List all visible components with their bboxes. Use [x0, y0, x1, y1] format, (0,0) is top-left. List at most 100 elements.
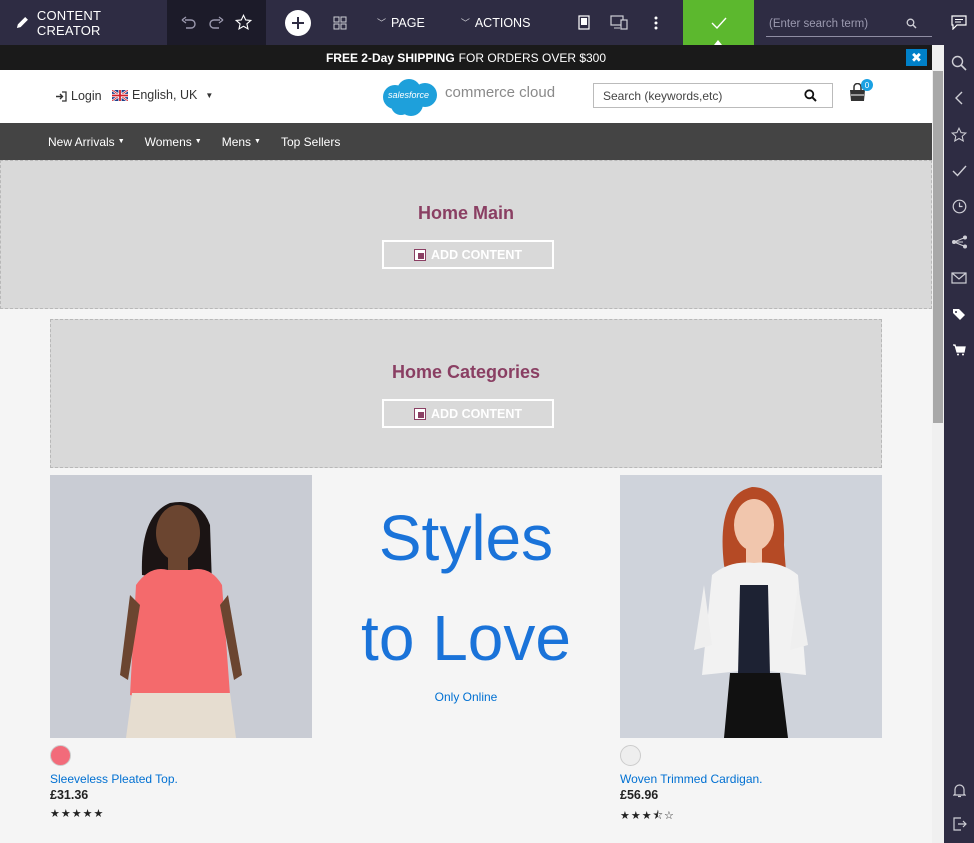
chevron-down-icon: ﹀: [377, 18, 387, 28]
device-preview-group: [578, 15, 629, 30]
tablet-icon[interactable]: [578, 15, 591, 30]
region-home-main[interactable]: Home Main ADD CONTENT: [0, 160, 932, 309]
product-price: £31.36: [50, 788, 89, 802]
product-image[interactable]: [50, 475, 312, 738]
cart-icon[interactable]: [944, 344, 974, 356]
page-menu[interactable]: ﹀ PAGE: [377, 16, 425, 30]
add-content-label: ADD CONTENT: [431, 247, 522, 262]
editor-search-input[interactable]: [766, 17, 906, 30]
promo-text: FOR ORDERS OVER $300: [458, 50, 607, 65]
shipping-promo-bar: FREE 2-Day SHIPPING FOR ORDERS OVER $300…: [0, 45, 932, 70]
language-label: English, UK: [132, 88, 198, 102]
color-swatch[interactable]: [620, 745, 641, 766]
comments-icon[interactable]: [944, 0, 974, 45]
nav-new-arrivals[interactable]: New Arrivals ▼: [48, 135, 125, 149]
publish-button[interactable]: [683, 0, 754, 45]
add-component-button[interactable]: [285, 9, 311, 36]
editor-toolbar: CONTENT CREATOR ﹀ PAGE ﹀ ACTIONS: [0, 0, 974, 45]
star-full-icon: ★: [60, 808, 72, 820]
undo-icon[interactable]: [181, 15, 197, 30]
star-full-icon: ★: [50, 808, 61, 820]
product-rating: ★★★⯪☆: [620, 807, 675, 826]
add-content-icon: [414, 407, 427, 420]
chevron-down-icon: ﹀: [460, 18, 470, 28]
add-content-button[interactable]: ADD CONTENT: [382, 399, 554, 428]
caret-down-icon: ▼: [194, 138, 202, 145]
region-home-categories[interactable]: Home Categories ADD CONTENT: [50, 319, 882, 468]
login-label: Login: [71, 89, 102, 103]
favorite-star-icon[interactable]: [235, 14, 253, 31]
only-online-link[interactable]: Only Online: [312, 690, 620, 704]
product-name-link[interactable]: Woven Trimmed Cardigan.: [620, 772, 763, 786]
layout-grid-icon[interactable]: [333, 16, 347, 30]
checkmark-icon[interactable]: [944, 165, 974, 177]
actions-menu-label: ACTIONS: [474, 15, 531, 30]
editor-search: [766, 11, 932, 37]
star-full-icon: ★: [630, 810, 642, 822]
site-search: [593, 83, 833, 108]
page-menu-label: PAGE: [391, 15, 425, 30]
more-options-icon[interactable]: [654, 16, 658, 30]
star-icon[interactable]: [944, 127, 974, 143]
uk-flag-icon: [112, 89, 128, 101]
nav-mens[interactable]: Mens ▼: [222, 135, 261, 149]
logo-text: commerce cloud: [445, 83, 556, 101]
product-rating: ★★★★★: [50, 807, 104, 820]
site-search-input[interactable]: [594, 88, 804, 103]
clock-icon[interactable]: [944, 199, 974, 214]
checkmark-icon: [711, 17, 727, 29]
responsive-devices-icon[interactable]: [610, 15, 629, 30]
star-full-icon: ★: [93, 808, 105, 820]
promo-headline-line1: Styles: [378, 502, 554, 574]
star-full-icon: ★: [71, 808, 83, 820]
page-scrollbar[interactable]: [932, 45, 944, 843]
star-empty-icon: ☆: [664, 810, 675, 822]
caret-down-icon: ▼: [254, 138, 261, 145]
nav-label: New Arrivals: [48, 134, 115, 149]
sign-out-icon[interactable]: [944, 817, 974, 831]
nav-top-sellers[interactable]: Top Sellers: [281, 135, 340, 149]
scrollbar-thumb[interactable]: [933, 71, 943, 423]
search-icon[interactable]: [906, 18, 917, 29]
promo-headline-line2: to Love: [361, 602, 571, 674]
mail-icon[interactable]: [944, 272, 974, 284]
logo-cloud-label: salesforce: [388, 90, 430, 100]
cart-count-badge: 0: [861, 79, 873, 91]
brand-label: CONTENT CREATOR: [36, 7, 101, 38]
search-icon[interactable]: [944, 55, 974, 71]
caret-down-icon: ▼: [205, 90, 214, 100]
right-tool-rail: [944, 45, 974, 843]
product-name-link[interactable]: Sleeveless Pleated Top.: [50, 772, 178, 786]
product-image[interactable]: [620, 475, 882, 738]
shopping-bag[interactable]: 0: [848, 79, 873, 107]
product-price: £56.96: [620, 788, 659, 802]
plus-icon: [292, 16, 304, 29]
chevron-left-icon[interactable]: [944, 91, 974, 105]
star-full-icon: ★: [620, 810, 631, 822]
nav-label: Top Sellers: [280, 134, 341, 149]
content-creator-brand[interactable]: CONTENT CREATOR: [0, 0, 167, 45]
tags-icon[interactable]: [944, 308, 974, 322]
site-preview: FREE 2-Day SHIPPING FOR ORDERS OVER $300…: [0, 45, 932, 843]
close-promo-button[interactable]: ✖: [906, 49, 927, 66]
color-swatch[interactable]: [50, 745, 71, 766]
actions-menu[interactable]: ﹀ ACTIONS: [461, 16, 531, 30]
star-half-icon: ⯪: [652, 810, 665, 822]
share-network-icon[interactable]: [944, 235, 974, 249]
star-full-icon: ★: [82, 808, 94, 820]
region-title: Home Main: [417, 203, 514, 223]
nav-label: Mens: [221, 134, 252, 149]
add-content-button[interactable]: ADD CONTENT: [382, 240, 554, 269]
history-controls: [167, 0, 266, 45]
star-full-icon: ★: [641, 810, 653, 822]
search-icon[interactable]: [804, 89, 817, 102]
nav-womens[interactable]: Womens ▼: [145, 135, 202, 149]
salesforce-cloud-logo: salesforce: [381, 77, 441, 117]
language-selector[interactable]: English, UK ▼: [112, 88, 213, 102]
redo-icon[interactable]: [208, 15, 224, 30]
promo-bold-text: FREE 2-Day SHIPPING: [325, 50, 455, 65]
bell-icon[interactable]: [944, 783, 974, 798]
login-link[interactable]: Login: [55, 89, 102, 103]
salesforce-commerce-cloud-logo[interactable]: salesforce commerce cloud: [381, 77, 555, 117]
region-title: Home Categories: [391, 362, 541, 382]
